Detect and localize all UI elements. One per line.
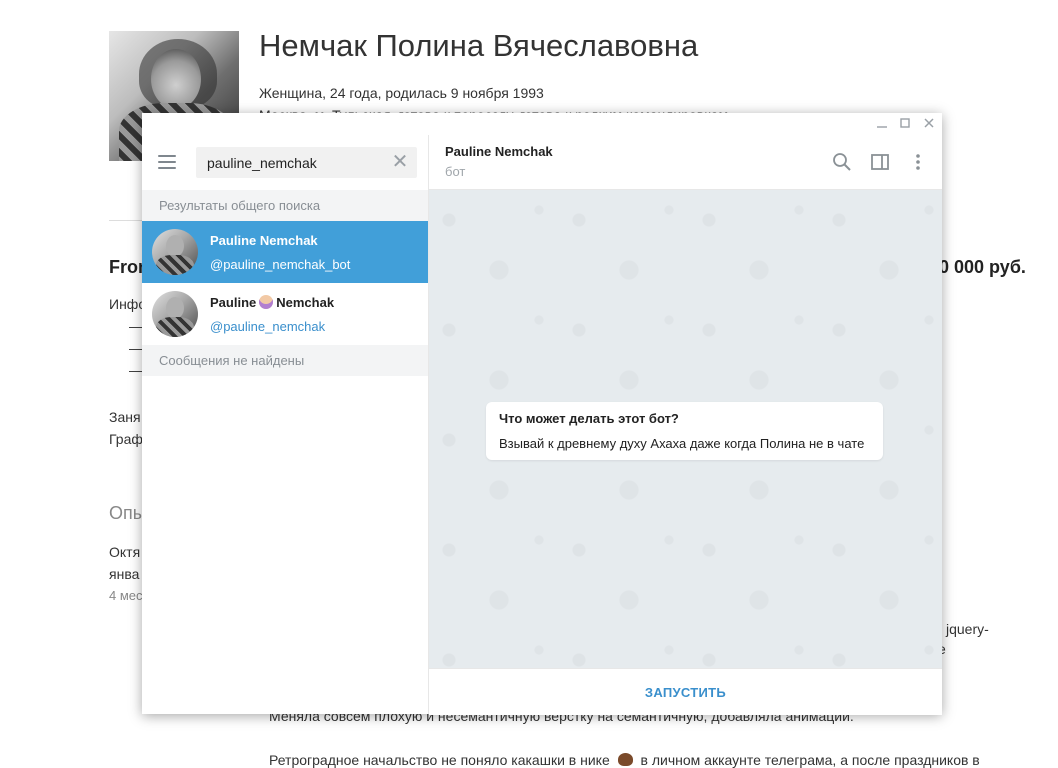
- job-description-line: Ретроградное начальство не поняло какашк…: [269, 752, 980, 768]
- search-result-bot[interactable]: Pauline Nemchak @pauline_nemchak_bot: [142, 221, 428, 283]
- salary: 0 000 руб.: [939, 257, 1026, 277]
- job-duration: 4 мес: [109, 588, 143, 603]
- peer-status: бот: [445, 164, 466, 179]
- close-icon[interactable]: [918, 115, 940, 133]
- bot-info-description: Взывай к древнему духу Ахаха даже когда …: [499, 436, 865, 451]
- bot-info-question: Что может делать этот бот?: [499, 411, 679, 426]
- avatar: [152, 229, 198, 275]
- clear-search-icon[interactable]: ✕: [391, 151, 409, 173]
- more-options-icon[interactable]: [907, 151, 929, 173]
- peer-name[interactable]: Pauline Nemchak: [445, 144, 553, 159]
- result-username: @pauline_nemchak_bot: [210, 257, 351, 272]
- resume-name: Немчак Полина Вячеславовна: [259, 28, 699, 63]
- result-name: Pauline Nemchak: [210, 295, 335, 310]
- experience-heading: Опы: [109, 503, 146, 523]
- chat-area: Что может делать этот бот? Взывай к древ…: [429, 190, 942, 668]
- schedule-label: Граф: [109, 431, 143, 447]
- bot-info-card: Что может делать этот бот? Взывай к древ…: [486, 402, 883, 460]
- search-box: ✕: [196, 147, 417, 178]
- dash-item: —: [129, 362, 143, 378]
- search-result-user[interactable]: Pauline Nemchak @pauline_nemchak: [142, 283, 428, 345]
- hamburger-menu-icon[interactable]: [158, 155, 178, 169]
- result-name: Pauline Nemchak: [210, 233, 318, 248]
- sidebar-toggle-icon[interactable]: [869, 151, 891, 173]
- dash-item: —: [129, 340, 143, 356]
- global-results-header: Результаты общего поиска: [142, 190, 428, 221]
- resume-info: Женщина, 24 года, родилась 9 ноября 1993: [259, 85, 544, 101]
- window-titlebar: [142, 113, 942, 135]
- search-icon[interactable]: [831, 151, 853, 173]
- search-input[interactable]: [207, 153, 387, 173]
- bottom-bar: ЗАПУСТИТЬ: [429, 668, 942, 715]
- chat-header: Pauline Nemchak бот: [429, 135, 942, 190]
- employment-label: Заня: [109, 409, 141, 425]
- avatar: [152, 291, 198, 337]
- poop-emoji-icon: [617, 753, 633, 766]
- result-username: @pauline_nemchak: [210, 319, 326, 334]
- minimize-icon[interactable]: [871, 115, 893, 133]
- job-date-end: янва: [109, 566, 140, 582]
- start-bot-button[interactable]: ЗАПУСТИТЬ: [429, 669, 942, 715]
- dash-item: —: [129, 318, 143, 334]
- no-messages-header: Сообщения не найдены: [142, 345, 428, 376]
- job-date-start: Октя: [109, 544, 141, 560]
- maximize-icon[interactable]: [894, 115, 916, 133]
- dialogs-panel: ✕ Результаты общего поиска Pauline Nemch…: [142, 135, 429, 714]
- info-label: Инфо: [109, 296, 147, 312]
- woman-shrugging-emoji-icon: [259, 295, 274, 309]
- telegram-window: ✕ Результаты общего поиска Pauline Nemch…: [142, 113, 942, 715]
- job-text-fragment: jquery-: [946, 621, 989, 637]
